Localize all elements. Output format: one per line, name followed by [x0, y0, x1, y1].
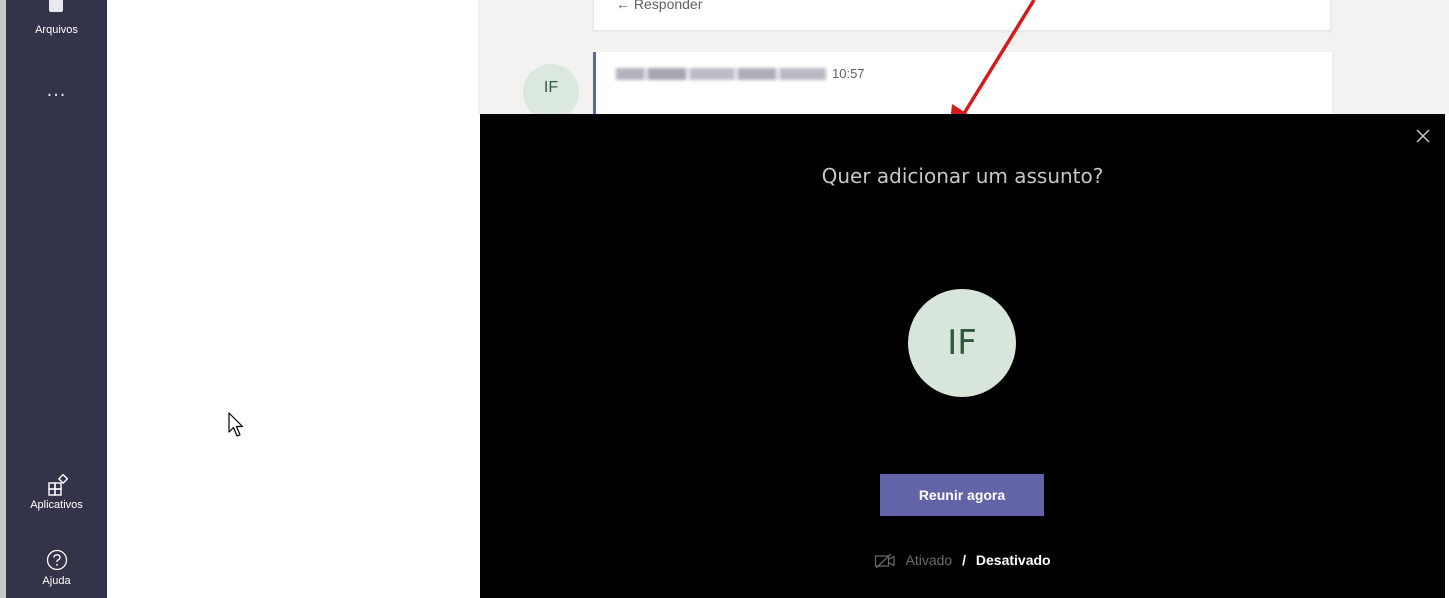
help-icon — [46, 549, 67, 571]
rail-item-help[interactable]: Ajuda — [6, 549, 107, 587]
message-time: 10:57 — [832, 66, 865, 81]
rail-item-help-label: Ajuda — [42, 575, 71, 587]
close-icon[interactable] — [1413, 126, 1433, 146]
more-apps-icon[interactable]: ... — [6, 80, 107, 100]
video-option-separator: / — [962, 552, 966, 568]
meet-now-button[interactable]: Reunir agora — [880, 474, 1044, 516]
video-on-option[interactable]: Ativado — [906, 552, 953, 568]
video-toggle[interactable]: Ativado / Desativado — [480, 552, 1445, 569]
mouse-cursor-icon — [228, 412, 244, 437]
video-off-option[interactable]: Desativado — [976, 552, 1051, 568]
rail-item-apps-label: Aplicativos — [30, 499, 83, 511]
rail-item-files[interactable]: Arquivos — [6, 24, 107, 36]
message-author-blurred — [616, 68, 826, 80]
camera-off-icon — [875, 553, 895, 569]
apps-icon — [47, 474, 68, 496]
rail-item-apps[interactable]: Aplicativos — [6, 474, 107, 511]
meeting-avatar: IF — [908, 289, 1016, 397]
meet-now-dialog: Quer adicionar um assunto? IF Reunir ago… — [480, 114, 1445, 598]
reply-label[interactable]: ← Responder — [616, 0, 702, 12]
chat-avatar[interactable]: IF — [523, 64, 579, 120]
rail-item-files-label: Arquivos — [35, 24, 78, 36]
app-rail: Arquivos ... Aplicativos Ajuda — [6, 0, 107, 598]
meeting-subject-prompt[interactable]: Quer adicionar um assunto? — [480, 164, 1445, 188]
files-icon[interactable] — [49, 0, 63, 12]
